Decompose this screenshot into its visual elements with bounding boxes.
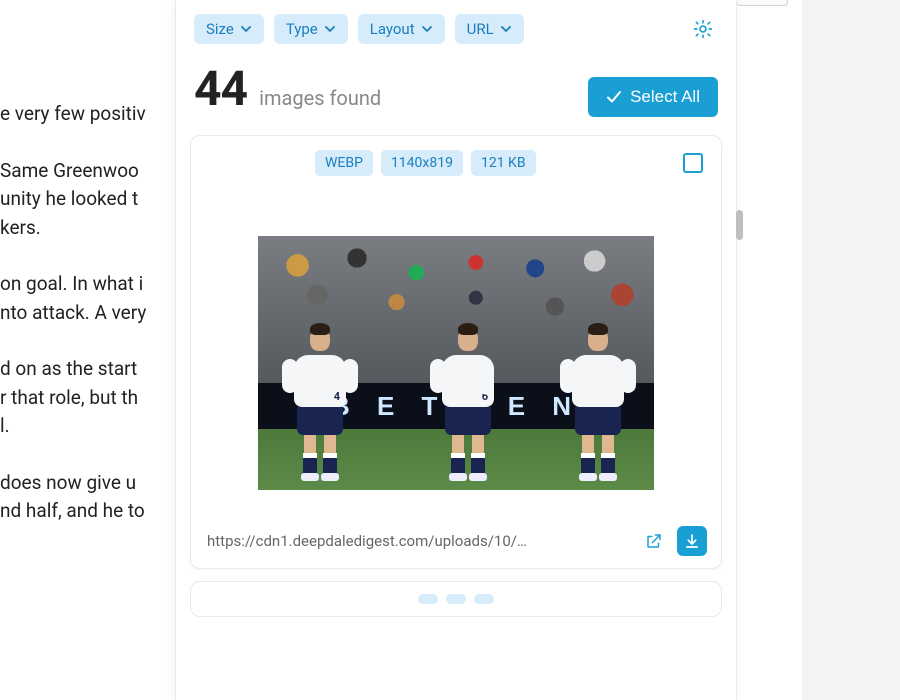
check-icon [606,89,622,105]
results-count: 44 images found [194,60,381,117]
player-number: 4 [334,390,340,403]
right-gutter [740,0,900,700]
background-article: e very few positiv Same Greenwoounity he… [0,0,200,700]
browser-chrome-fragment [736,0,788,6]
tag-filesize [474,594,494,604]
article-line: does now give und half, and he to [0,469,200,526]
article-line: e very few positiv [0,100,200,129]
results-header: 44 images found Select All [176,50,736,135]
results-list[interactable]: WEBP 1140x819 121 KB B E T T E N 4 [176,135,736,700]
settings-button[interactable] [688,14,718,44]
article-line: on goal. In what into attack. A very [0,270,200,327]
image-thumbnail[interactable]: B E T T E N 4 6 [258,236,654,490]
results-count-label: images found [259,86,381,110]
chevron-down-icon [240,23,252,35]
download-button[interactable] [677,526,707,556]
filter-type-label: Type [286,20,318,38]
filter-url-label: URL [467,20,494,38]
filter-type[interactable]: Type [274,14,348,44]
player-number: 6 [482,390,488,403]
filter-size[interactable]: Size [194,14,264,44]
thumbnail-container: B E T T E N 4 6 [205,186,707,520]
filter-toolbar: Size Type Layout URL [176,0,736,50]
panel-scrollbar-thumb[interactable] [736,210,743,240]
filter-layout[interactable]: Layout [358,14,445,44]
photo-player-1: 4 [280,327,360,475]
select-all-button[interactable]: Select All [588,77,718,117]
tag-dimensions: 1140x819 [381,150,463,176]
gear-icon [692,18,714,40]
download-icon [683,532,701,550]
results-count-number: 44 [194,60,247,117]
image-card: WEBP 1140x819 121 KB B E T T E N 4 [190,135,722,569]
image-downloader-panel: Size Type Layout URL 44 images found [176,0,736,700]
photo-player-3 [558,327,638,475]
article-line: Same Greenwoounity he looked tkers. [0,157,200,243]
select-image-checkbox[interactable] [683,153,703,173]
image-url-row: https://cdn1.deepdaledigest.com/uploads/… [205,520,707,556]
tag-dimensions [446,594,466,604]
open-external-icon [645,532,663,550]
open-in-new-button[interactable] [639,526,669,556]
tag-format [418,594,438,604]
chevron-down-icon [324,23,336,35]
tag-format: WEBP [315,150,373,176]
filter-layout-label: Layout [370,20,415,38]
image-url[interactable]: https://cdn1.deepdaledigest.com/uploads/… [205,528,631,554]
image-card-partial [190,581,722,617]
chevron-down-icon [500,23,512,35]
article-line: d on as the startr that role, but thl. [0,355,200,441]
chevron-down-icon [421,23,433,35]
filter-size-label: Size [206,20,234,38]
image-card-header: WEBP 1140x819 121 KB [205,150,707,176]
select-all-label: Select All [630,87,700,107]
tag-filesize: 121 KB [471,150,536,176]
filter-url[interactable]: URL [455,14,524,44]
right-gutter-inner [740,0,802,700]
photo-player-2: 6 [428,327,508,475]
